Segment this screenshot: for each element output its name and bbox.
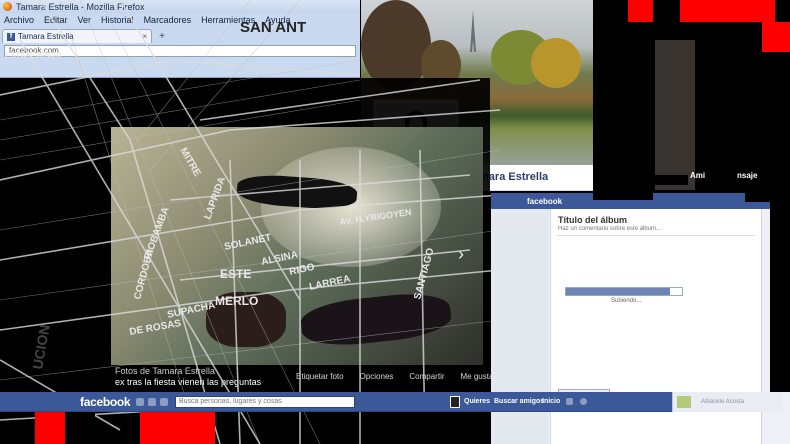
nav-profile[interactable]: Quieres: [464, 398, 490, 405]
title-bar: Tamara Estrella - Mozilla Firefox: [0, 0, 360, 13]
facebook-favicon-icon: f: [7, 32, 15, 41]
divider: [557, 235, 755, 236]
chat-friend-bar[interactable]: Albacete Acosta: [672, 392, 782, 412]
glitch-block: [65, 412, 95, 444]
tag-photo-link[interactable]: Etiquetar foto: [296, 372, 344, 381]
facebook-logo[interactable]: facebook: [80, 395, 131, 409]
photo-caption: Fotos de Tamara Estrella ex tras la fies…: [115, 366, 261, 388]
notifications-icon[interactable]: [160, 398, 168, 406]
glitch-block: [593, 0, 653, 200]
glitch-block: [35, 412, 65, 444]
navigation-bar: facebook.com: [0, 43, 360, 59]
messages-icon[interactable]: [148, 398, 156, 406]
tab-facebook[interactable]: f Tamara Estrella ×: [2, 29, 152, 43]
gear-icon[interactable]: [580, 398, 587, 405]
window-title: Tamara Estrella - Mozilla Firefox: [16, 1, 145, 12]
glitch-block: [770, 200, 790, 392]
tab-close-icon[interactable]: ×: [142, 32, 147, 41]
tree-shape: [531, 38, 581, 88]
menu-editar[interactable]: Editar: [44, 15, 68, 25]
light-glow: [261, 147, 441, 267]
friends-button-fragment[interactable]: Ami: [690, 171, 705, 180]
privacy-shortcuts-icon[interactable]: [566, 398, 573, 405]
browser-window: Tamara Estrella - Mozilla Firefox Archiv…: [0, 0, 360, 78]
menu-historial[interactable]: Historial: [101, 15, 134, 25]
options-link[interactable]: Opciones: [360, 372, 394, 381]
friend-requests-icon[interactable]: [136, 398, 144, 406]
caption-text: ex tras la fiesta vienen las preguntas: [115, 377, 262, 387]
glitch-block: [140, 412, 215, 444]
menu-bar: Archivo Editar Ver Historial Marcadores …: [0, 13, 360, 27]
avatar: [677, 396, 691, 408]
album-description-field[interactable]: Haz un comentario sobre este álbum...: [558, 226, 661, 232]
glitch-block: [762, 22, 790, 52]
next-photo-arrow-icon[interactable]: ›: [458, 244, 464, 265]
glitch-block: [628, 175, 688, 185]
menu-ver[interactable]: Ver: [78, 15, 92, 25]
share-link[interactable]: Compartir: [409, 372, 444, 381]
menu-marcadores[interactable]: Marcadores: [144, 15, 192, 25]
like-link[interactable]: Me gusta: [461, 372, 494, 381]
menu-archivo[interactable]: Archivo: [4, 15, 34, 25]
facebook-top-bar: facebook Busca personas, lugares y cosas…: [0, 392, 672, 412]
person-lying-shape: [206, 292, 286, 347]
photo-actions: Etiquetar foto Opciones Compartir Me gus…: [296, 372, 493, 381]
message-button-fragment[interactable]: nsaje: [737, 171, 757, 180]
viewer-photo[interactable]: [111, 127, 483, 365]
facebook-search-input[interactable]: Busca personas, lugares y cosas: [175, 396, 355, 408]
glitch-block: [408, 412, 450, 444]
menu-ayuda[interactable]: Ayuda: [265, 15, 290, 25]
upload-progress-fill: [566, 288, 671, 295]
glitch-block: [700, 22, 735, 190]
tab-bar: f Tamara Estrella × +: [0, 28, 360, 43]
tree-shape: [361, 0, 431, 90]
glitch-block: [680, 0, 775, 22]
eiffel-tower-icon: [470, 10, 476, 52]
glitch-block: [628, 0, 653, 22]
url-bar[interactable]: facebook.com: [4, 45, 356, 57]
nav-find-friends[interactable]: Buscar amigos: [494, 398, 544, 405]
nav-home[interactable]: Inicio: [542, 398, 560, 405]
new-tab-button[interactable]: +: [155, 31, 169, 43]
menu-herramientas[interactable]: Herramientas: [201, 15, 255, 25]
tab-label: Tamara Estrella: [18, 32, 74, 41]
caption-title[interactable]: Fotos de Tamara Estrella: [115, 366, 261, 377]
avatar[interactable]: [450, 396, 460, 408]
upload-status: Subiendo...: [611, 298, 642, 304]
glitch-block: [655, 40, 695, 190]
person-lying-shape: [299, 289, 453, 350]
chat-friend-name: Albacete Acosta: [701, 399, 745, 405]
album-title-field[interactable]: Título del álbum: [558, 215, 627, 225]
upload-progress-bar: [565, 287, 683, 296]
firefox-icon: [3, 2, 12, 11]
